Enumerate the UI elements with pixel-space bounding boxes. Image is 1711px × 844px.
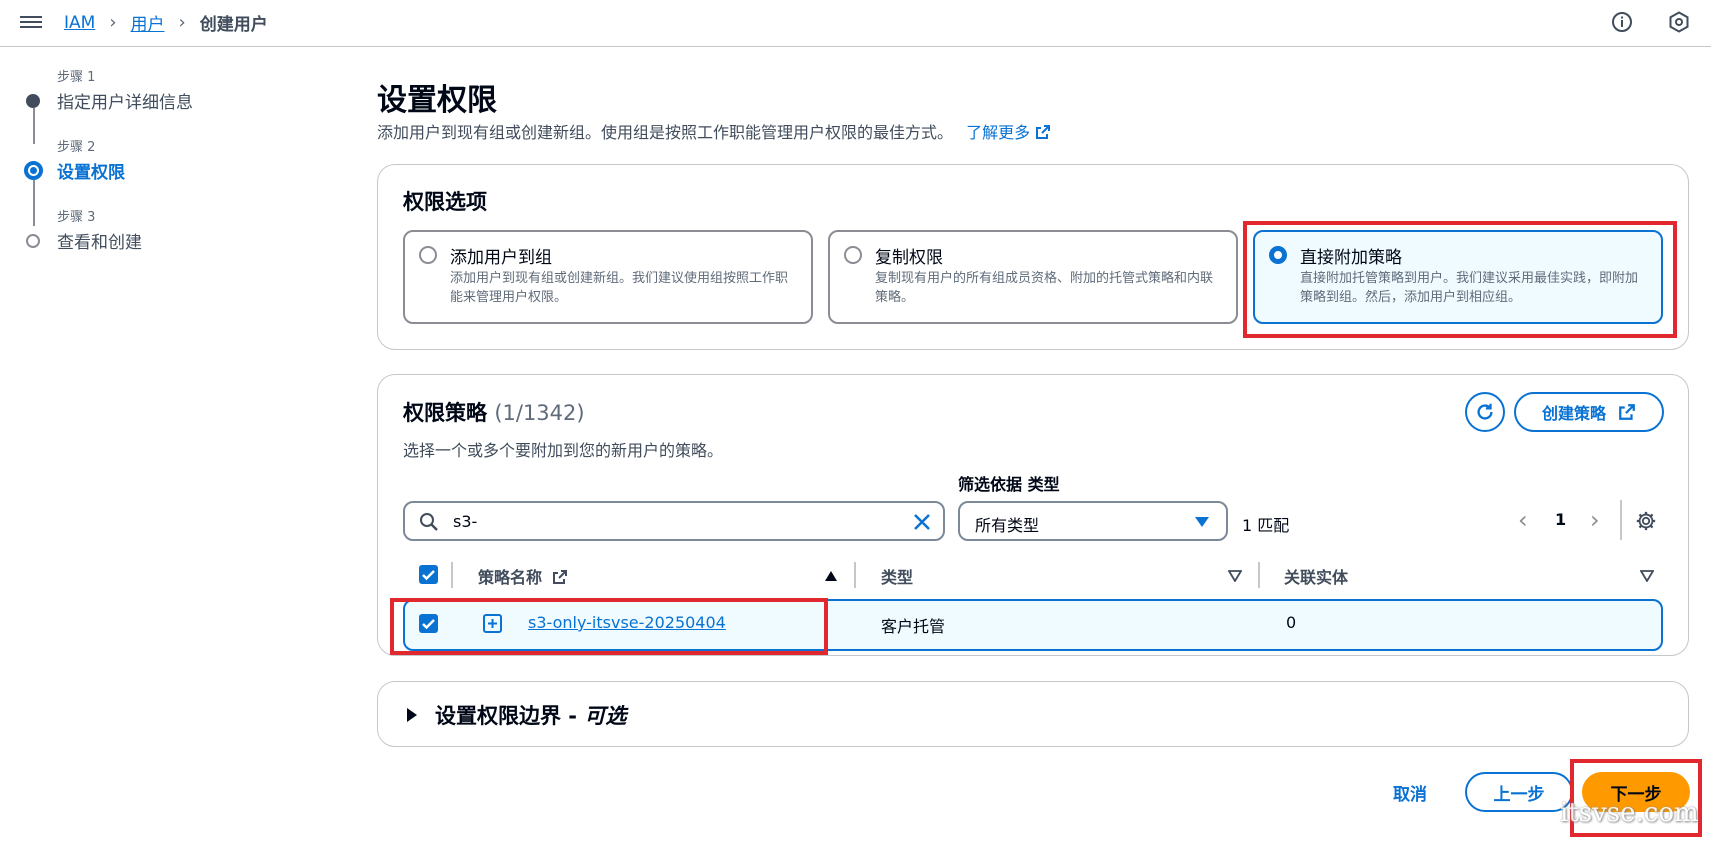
caret-down-icon [1195,517,1209,527]
step-2-number: 步骤 2 [57,140,96,155]
option-title: 添加用户到组 [450,248,552,268]
menu-icon[interactable] [20,13,42,31]
previous-button[interactable]: 上一步 [1465,772,1573,812]
breadcrumb-iam[interactable]: IAM [64,13,95,33]
step-2-title: 设置权限 [57,163,125,183]
select-all-checkbox[interactable] [419,565,438,584]
sort-icon[interactable] [1640,570,1654,582]
type-filter-value: 所有类型 [975,516,1040,535]
breadcrumb: IAM › 用户 › 创建用户 [64,10,268,35]
breadcrumb-users[interactable]: 用户 [131,10,165,35]
boundary-optional: 可选 [584,704,627,728]
option-description: 复制现有用户的所有组成员资格、附加的托管式策略和内联策略。 [875,271,1214,305]
step-connector [33,108,35,144]
caret-right-icon[interactable] [405,707,419,723]
step-3-indicator [26,234,40,248]
radio-copy-permissions[interactable] [844,246,862,264]
cancel-button[interactable]: 取消 [1393,780,1427,805]
sort-ascending-icon[interactable] [824,570,838,582]
option-add-to-group[interactable]: 添加用户到组 添加用户到现有组或创建新组。我们建议使用组按照工作职能来管理用户权… [403,230,813,324]
page-description-text: 添加用户到现有组或创建新组。使用组是按照工作职能管理用户权限的最佳方式。 [377,123,954,142]
step-3-number: 步骤 3 [57,210,96,225]
clear-search-icon[interactable] [912,512,932,532]
policies-count: (1/1342) [494,401,585,425]
column-header-type[interactable]: 类型 [881,564,913,588]
column-header-policy-name[interactable]: 策略名称 [478,564,568,588]
column-policy-name-label: 策略名称 [478,568,543,587]
sort-icon[interactable] [1228,570,1242,582]
permission-options-title: 权限选项 [403,190,487,214]
refresh-button[interactable] [1465,392,1505,432]
policy-search-input[interactable] [451,511,895,532]
create-policy-button[interactable]: 创建策略 [1514,392,1664,432]
boundary-title-text: 设置权限边界 - [435,704,585,728]
settings-icon[interactable] [1667,10,1691,34]
create-policy-label: 创建策略 [1541,404,1606,423]
step-2-indicator [24,161,43,180]
chevron-right-icon: › [109,12,117,33]
step-connector [33,180,35,226]
page-number[interactable]: 1 [1555,510,1566,529]
policies-title-text: 权限策略 [403,401,487,425]
column-divider [1258,562,1260,588]
search-icon [420,513,438,531]
refresh-icon [1477,403,1493,420]
page-title: 设置权限 [377,83,497,118]
permissions-boundary-title[interactable]: 设置权限边界 - 可选 [435,700,626,730]
learn-more-label: 了解更多 [966,123,1031,142]
watermark: itsvse.com [1560,798,1699,828]
option-title: 复制权限 [875,248,943,268]
step-1-indicator [26,94,40,108]
top-navigation: IAM › 用户 › 创建用户 [0,0,1711,47]
highlight-box [1243,221,1677,338]
next-page-icon[interactable]: › [1590,506,1600,534]
policy-type: 客户托管 [881,617,946,636]
check-icon [422,570,435,581]
filter-label: 筛选依据 类型 [958,475,1060,494]
column-header-entities[interactable]: 关联实体 [1284,564,1348,588]
page-description: 添加用户到现有组或创建新组。使用组是按照工作职能管理用户权限的最佳方式。 了解更… [377,119,1051,143]
pagination-divider [1620,500,1622,540]
option-copy-permissions[interactable]: 复制权限 复制现有用户的所有组成员资格、附加的托管式策略和内联策略。 [828,230,1238,324]
column-divider [451,562,453,588]
policies-subtitle: 选择一个或多个要附加到您的新用户的策略。 [403,441,724,460]
step-1-title[interactable]: 指定用户详细信息 [57,88,193,113]
step-1-number: 步骤 1 [57,70,96,85]
highlight-box [390,598,828,655]
radio-add-to-group[interactable] [419,246,437,264]
info-icon[interactable] [1610,10,1634,34]
policy-search-field[interactable] [403,501,945,541]
external-link-icon [1619,404,1635,420]
type-filter-select[interactable]: 所有类型 [958,501,1228,541]
column-divider [854,562,856,588]
step-3-title: 查看和创建 [57,233,142,253]
previous-page-icon[interactable]: ‹ [1518,506,1528,534]
preferences-gear-icon[interactable] [1635,510,1657,532]
breadcrumb-current: 创建用户 [199,15,268,35]
external-link-icon [1036,125,1051,139]
external-link-icon [552,570,567,584]
policies-title: 权限策略 (1/1342) [403,397,585,427]
learn-more-link[interactable]: 了解更多 [966,123,1051,142]
chevron-right-icon: › [178,12,186,33]
policy-entities: 0 [1286,613,1297,632]
option-description: 添加用户到现有组或创建新组。我们建议使用组按照工作职能来管理用户权限。 [450,271,789,305]
match-count: 1 匹配 [1242,516,1290,535]
